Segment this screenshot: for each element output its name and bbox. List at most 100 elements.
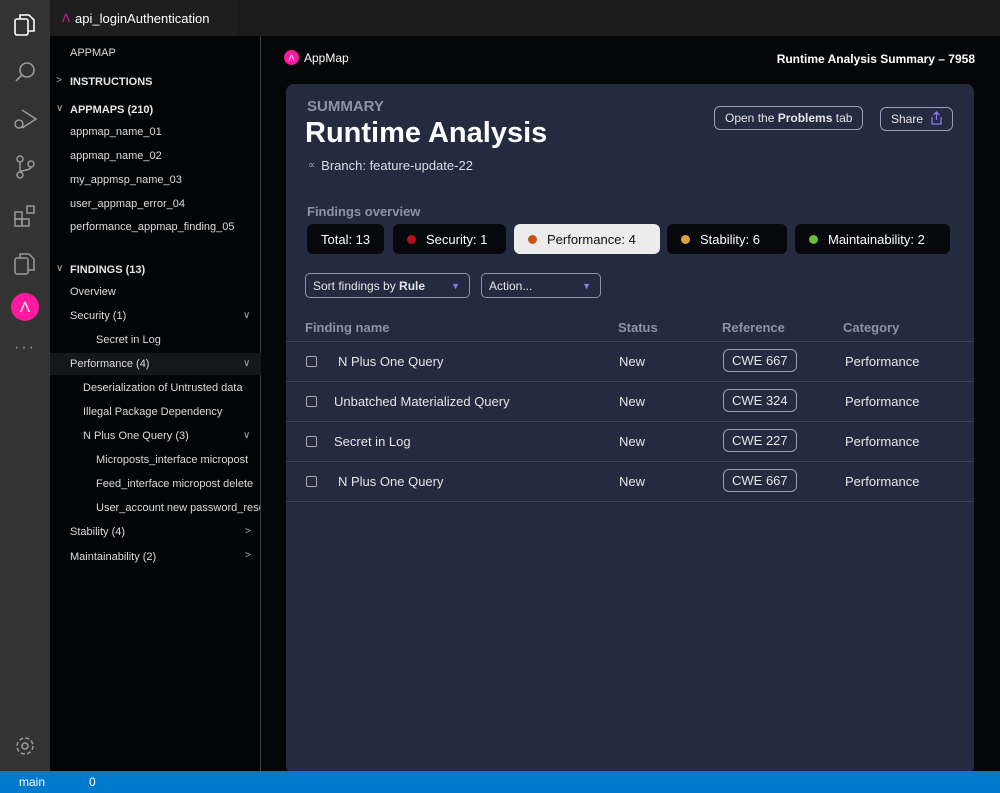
caret-down-icon: ▼ — [582, 280, 591, 291]
dropdown-value: Rule — [399, 278, 426, 293]
finding-category: Performance — [845, 354, 920, 369]
open-problems-tab-button[interactable]: Open the Problems tab — [714, 106, 864, 130]
column-header-reference[interactable]: Reference — [722, 320, 785, 335]
finding-name[interactable]: Secret in Log — [334, 434, 411, 449]
findings-maintainability-item[interactable]: Maintainability (2) — [70, 551, 156, 563]
page-header-title: Runtime Analysis Summary – 7958 — [776, 52, 975, 66]
finding-item[interactable]: Secret in Log — [96, 334, 161, 346]
reference-badge[interactable]: CWE 227 — [723, 429, 797, 452]
row-checkbox[interactable] — [306, 356, 317, 367]
appmap-brand: Λ AppMap — [284, 50, 349, 65]
findings-performance-item[interactable]: Performance (4) — [70, 358, 149, 370]
source-control-icon[interactable] — [10, 152, 40, 182]
appmap-item[interactable]: appmap_name_01 — [70, 126, 162, 138]
chevron-right-icon[interactable]: > — [245, 550, 251, 561]
copy-icon[interactable] — [10, 249, 40, 279]
share-icon — [931, 110, 942, 128]
finding-name[interactable]: Unbatched Materialized Query — [334, 394, 510, 409]
summary-card: SUMMARY Runtime Analysis ∝ Branch: featur… — [286, 84, 974, 774]
pill-maintainability[interactable]: Maintainability: 2 — [795, 224, 950, 254]
explorer-icon[interactable] — [10, 10, 40, 40]
button-text-bold: Problems — [777, 111, 833, 125]
status-problems-count[interactable]: 0 — [89, 775, 96, 789]
finding-instance-item[interactable]: Microposts_interface micropost — [96, 454, 248, 466]
dropdown-text: Sort findings by — [313, 278, 400, 293]
search-icon[interactable] — [10, 57, 40, 87]
chevron-down-icon[interactable]: ∨ — [243, 358, 250, 369]
table-bottom-border — [286, 501, 974, 502]
finding-item[interactable]: N Plus One Query (3) — [83, 430, 189, 442]
section-findings[interactable]: FINDINGS (13) — [70, 264, 145, 276]
appmap-logo-icon: Λ — [284, 50, 299, 65]
finding-name[interactable]: N Plus One Query — [338, 354, 444, 369]
settings-gear-icon[interactable] — [10, 731, 40, 761]
appmap-item[interactable]: appmap_name_02 — [70, 150, 162, 162]
pill-label: Performance: 4 — [547, 231, 636, 247]
action-dropdown[interactable]: Action... ▼ — [481, 273, 601, 298]
chevron-down-icon[interactable]: ∨ — [243, 310, 250, 321]
section-appmaps[interactable]: APPMAPS (210) — [70, 104, 153, 116]
dropdown-text: Action... — [489, 278, 533, 293]
pill-security[interactable]: Security: 1 — [393, 224, 506, 254]
extensions-icon[interactable] — [10, 201, 40, 231]
findings-security-item[interactable]: Security (1) — [70, 310, 126, 322]
branch-label: Branch: feature-update-22 — [321, 158, 473, 173]
column-header-status[interactable]: Status — [618, 320, 658, 335]
caret-down-icon: ▼ — [451, 280, 460, 291]
column-header-category[interactable]: Category — [843, 320, 899, 335]
button-text: Share — [891, 112, 924, 126]
branch-icon: ∝ — [308, 160, 316, 171]
appmap-item[interactable]: user_appmap_error_04 — [70, 198, 185, 210]
status-branch[interactable]: main — [19, 775, 45, 789]
row-checkbox[interactable] — [306, 396, 317, 407]
finding-item[interactable]: Illegal Package Dependency — [83, 406, 222, 418]
editor-tab[interactable]: Λapi_loginAuthentication — [50, 0, 237, 36]
findings-overview-item[interactable]: Overview — [70, 286, 116, 298]
table-row[interactable]: N Plus One Query New CWE 667 Performance — [286, 341, 974, 381]
security-dot-icon — [407, 234, 416, 244]
pill-performance[interactable]: Performance: 4 — [514, 224, 660, 254]
row-checkbox[interactable] — [306, 476, 317, 487]
reference-badge[interactable]: CWE 667 — [723, 349, 797, 372]
column-header-finding-name[interactable]: Finding name — [305, 320, 390, 335]
share-button[interactable]: Share — [880, 107, 954, 131]
brand-name: AppMap — [304, 50, 349, 65]
chevron-down-icon: ∨ — [56, 263, 64, 274]
findings-overview-label: Findings overview — [307, 204, 421, 219]
pill-stability[interactable]: Stability: 6 — [667, 224, 787, 254]
pill-label: Security: 1 — [426, 231, 488, 247]
findings-stability-item[interactable]: Stability (4) — [70, 526, 125, 538]
reference-badge[interactable]: CWE 667 — [723, 469, 797, 492]
finding-status: New — [619, 354, 646, 369]
finding-status: New — [619, 394, 646, 409]
pill-label: Stability: 6 — [700, 231, 760, 247]
appmap-icon[interactable]: Λ — [10, 292, 40, 322]
table-row[interactable]: N Plus One Query New CWE 667 Performance — [286, 461, 974, 501]
finding-item[interactable]: Deserialization of Untrusted data — [83, 382, 243, 394]
finding-instance-item[interactable]: Feed_interface micropost delete — [96, 478, 253, 490]
sidebar: APPMAP > INSTRUCTIONS ∨ APPMAPS (210) ap… — [50, 36, 261, 771]
status-bar: main 0 — [0, 771, 1000, 793]
reference-badge[interactable]: CWE 324 — [723, 389, 797, 412]
tab-title: api_loginAuthentication — [75, 10, 210, 26]
finding-instance-item[interactable]: User_account new password_reset — [96, 502, 260, 514]
more-icon[interactable]: ··· — [10, 333, 40, 363]
row-checkbox[interactable] — [306, 436, 317, 447]
finding-status: New — [619, 474, 646, 489]
chevron-down-icon[interactable]: ∨ — [243, 430, 250, 441]
finding-status: New — [619, 434, 646, 449]
pill-total[interactable]: Total: 13 — [307, 224, 385, 254]
finding-name[interactable]: N Plus One Query — [338, 474, 444, 489]
button-text: tab — [832, 111, 853, 125]
chevron-right-icon[interactable]: > — [245, 526, 251, 537]
table-row[interactable]: Secret in Log New CWE 227 Performance — [286, 421, 974, 461]
section-instructions[interactable]: INSTRUCTIONS — [70, 76, 153, 88]
summary-eyebrow: SUMMARY — [307, 98, 384, 115]
appmap-logo-icon: Λ — [62, 11, 71, 25]
run-debug-icon[interactable] — [10, 104, 40, 134]
button-text: Open the — [725, 111, 778, 125]
table-row[interactable]: Unbatched Materialized Query New CWE 324… — [286, 381, 974, 421]
appmap-item[interactable]: my_appmsp_name_03 — [70, 174, 182, 186]
sort-findings-dropdown[interactable]: Sort findings by Rule ▼ — [305, 273, 470, 298]
appmap-item[interactable]: performance_appmap_finding_05 — [70, 221, 235, 233]
